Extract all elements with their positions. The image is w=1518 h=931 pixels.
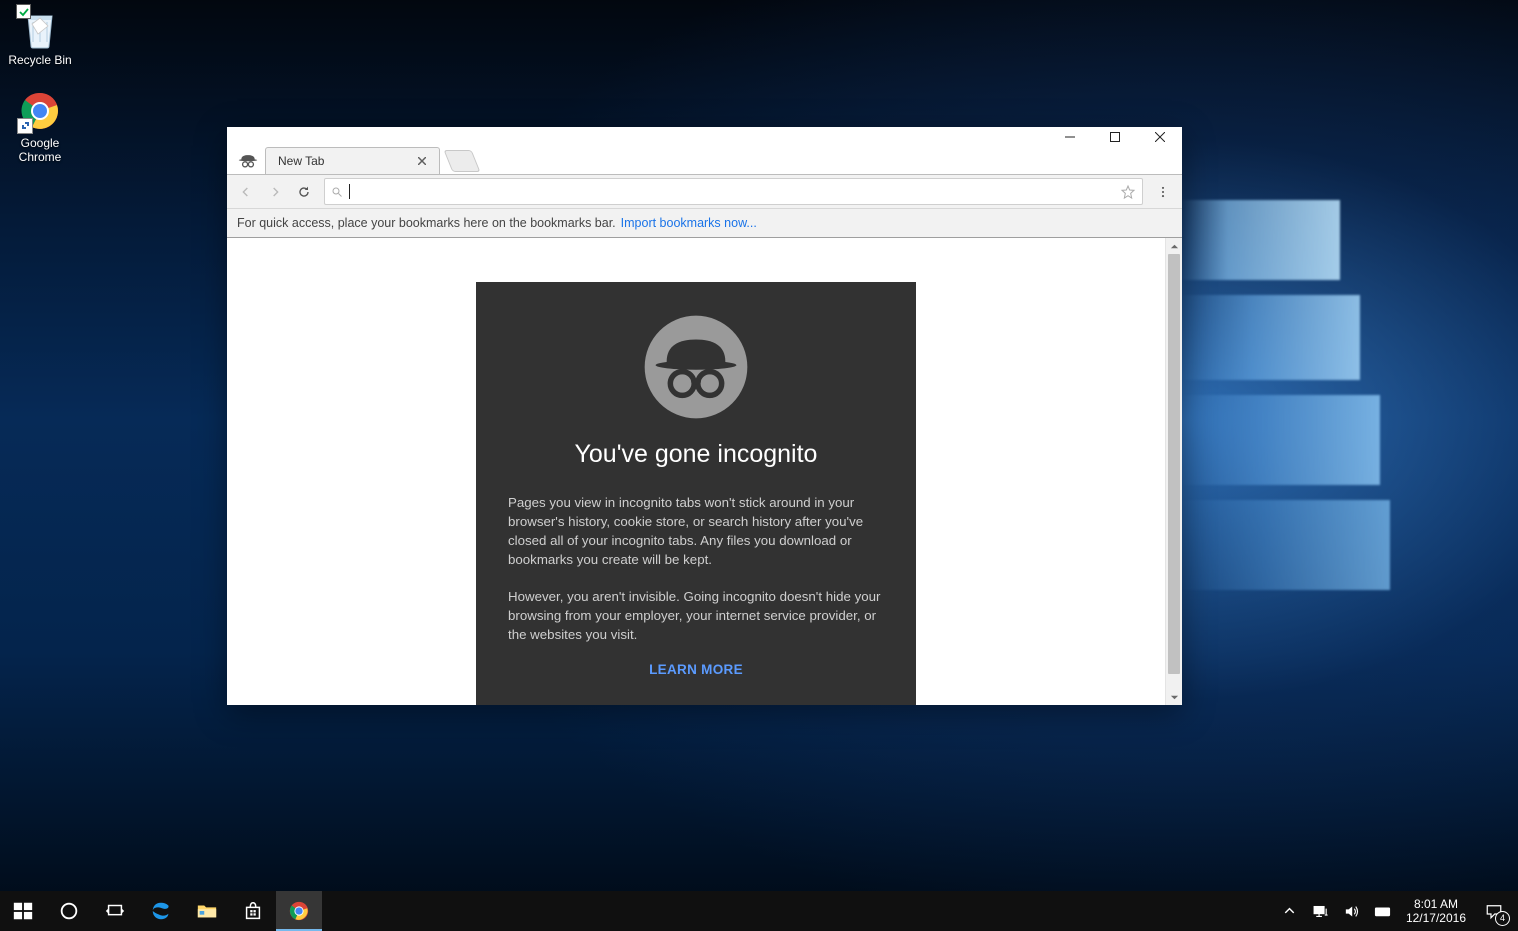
shortcut-arrow-icon: [17, 118, 33, 134]
tray-overflow-button[interactable]: [1274, 891, 1305, 931]
desktop-icons: Recycle Bin Google Chrome: [2, 6, 78, 186]
tab-strip: New Tab: [227, 147, 1182, 174]
content-area: You've gone incognito Pages you view in …: [227, 238, 1182, 705]
import-bookmarks-link[interactable]: Import bookmarks now...: [621, 216, 757, 230]
taskbar-app-file-explorer[interactable]: [184, 891, 230, 931]
wallpaper-light-shaft: [1180, 395, 1380, 485]
wallpaper-light-shaft: [1180, 500, 1390, 590]
scrollbar-up-arrow-icon[interactable]: [1166, 238, 1182, 254]
back-button[interactable]: [233, 179, 259, 205]
omnibox-input[interactable]: [350, 183, 1120, 200]
wallpaper-light-shaft: [1180, 200, 1340, 280]
taskbar: 8:01 AM 12/17/2016 4: [0, 891, 1518, 931]
toolbar: [227, 174, 1182, 209]
incognito-paragraph-2: However, you aren't invisible. Going inc…: [508, 587, 884, 644]
new-tab-button[interactable]: [444, 150, 481, 172]
incognito-icon: [641, 312, 751, 422]
clock-time: 8:01 AM: [1414, 897, 1458, 911]
tab-new-tab[interactable]: New Tab: [265, 147, 440, 174]
task-view-button[interactable]: [92, 891, 138, 931]
address-bar[interactable]: [324, 178, 1143, 205]
taskbar-app-chrome[interactable]: [276, 891, 322, 931]
incognito-indicator-icon: [233, 147, 263, 174]
taskbar-app-store[interactable]: [230, 891, 276, 931]
action-center-button[interactable]: 4: [1474, 891, 1514, 931]
window-titlebar[interactable]: [227, 127, 1182, 147]
bookmarks-bar: For quick access, place your bookmarks h…: [227, 209, 1182, 238]
search-icon: [331, 186, 343, 198]
cortana-button[interactable]: [46, 891, 92, 931]
recycle-bin-icon: [18, 6, 62, 50]
notification-count-badge: 4: [1495, 911, 1510, 926]
start-button[interactable]: [0, 891, 46, 931]
close-button[interactable]: [1137, 127, 1182, 147]
desktop-icon-label: Google Chrome: [2, 136, 78, 164]
maximize-button[interactable]: [1092, 127, 1137, 147]
scrollbar[interactable]: [1165, 238, 1182, 705]
forward-button[interactable]: [262, 179, 288, 205]
page-viewport[interactable]: You've gone incognito Pages you view in …: [227, 238, 1165, 705]
system-tray: 8:01 AM 12/17/2016 4: [1274, 891, 1518, 931]
selection-checkbox-icon: [16, 4, 31, 19]
desktop-icon-google-chrome[interactable]: Google Chrome: [2, 89, 78, 164]
minimize-button[interactable]: [1047, 127, 1092, 147]
desktop-icon-label: Recycle Bin: [8, 53, 71, 67]
tray-network-icon[interactable]: [1305, 891, 1336, 931]
learn-more-link[interactable]: LEARN MORE: [508, 662, 884, 677]
scrollbar-thumb[interactable]: [1168, 254, 1180, 674]
tab-close-button[interactable]: [415, 154, 429, 168]
clock-date: 12/17/2016: [1406, 911, 1466, 925]
tray-keyboard-icon[interactable]: [1367, 891, 1398, 931]
scrollbar-down-arrow-icon[interactable]: [1166, 689, 1182, 705]
bookmark-star-icon[interactable]: [1120, 184, 1136, 200]
taskbar-app-edge[interactable]: [138, 891, 184, 931]
tray-volume-icon[interactable]: [1336, 891, 1367, 931]
wallpaper-light-shaft: [1180, 295, 1360, 380]
menu-button[interactable]: [1150, 179, 1176, 205]
chrome-window: New Tab For quick access, place your boo…: [227, 127, 1182, 705]
reload-button[interactable]: [291, 179, 317, 205]
incognito-heading: You've gone incognito: [508, 440, 884, 469]
bookmarks-bar-prompt: For quick access, place your bookmarks h…: [237, 216, 616, 230]
taskbar-clock[interactable]: 8:01 AM 12/17/2016: [1398, 897, 1474, 925]
incognito-paragraph-1: Pages you view in incognito tabs won't s…: [508, 493, 884, 569]
desktop-icon-recycle-bin[interactable]: Recycle Bin: [2, 6, 78, 67]
chrome-icon: [18, 89, 62, 133]
incognito-card: You've gone incognito Pages you view in …: [476, 282, 916, 705]
tab-title: New Tab: [278, 154, 415, 168]
